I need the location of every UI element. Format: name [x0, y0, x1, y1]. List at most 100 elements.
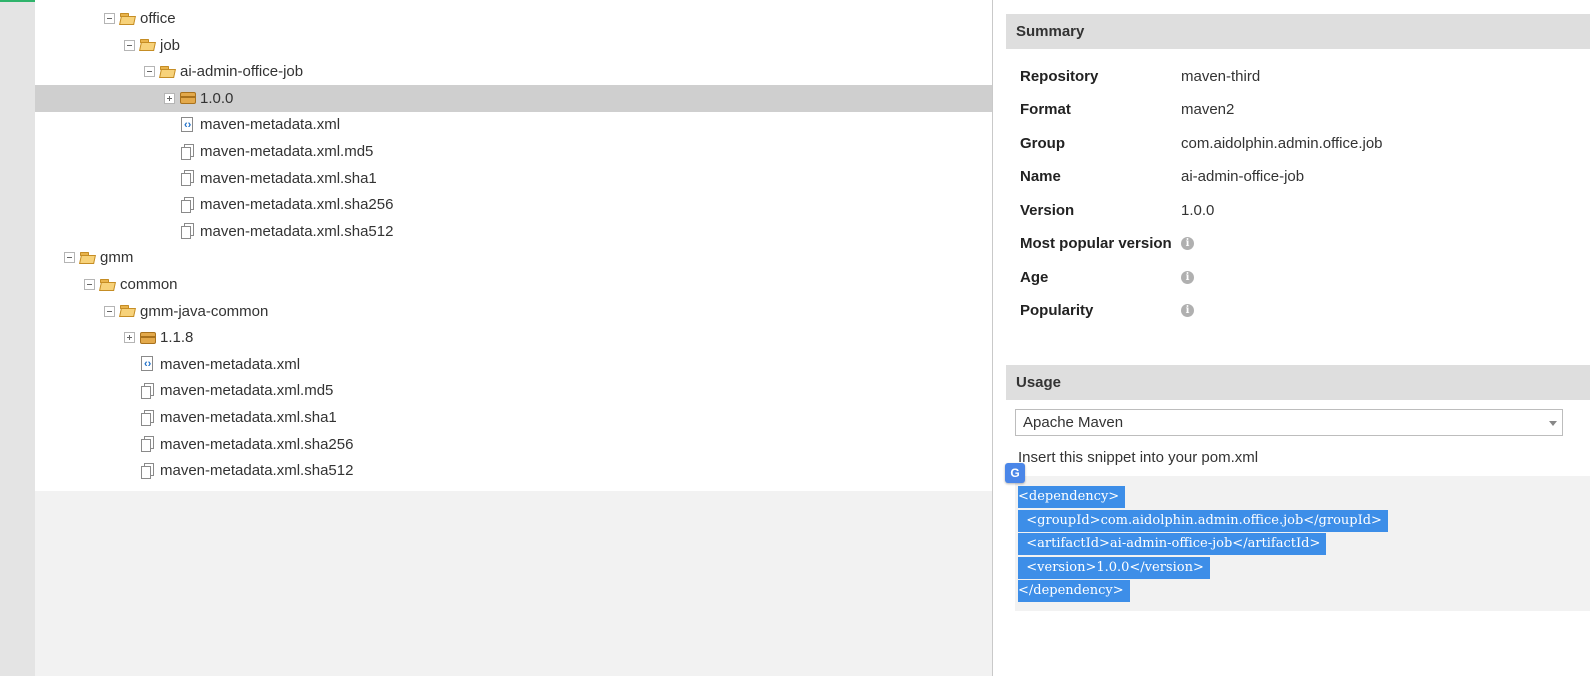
tree-node[interactable]: maven-metadata.xml.md5: [35, 138, 1008, 165]
tree-empty-area: [35, 491, 1008, 676]
folder-icon: [99, 277, 117, 293]
snippet-line[interactable]: <groupId>com.aidolphin.admin.office.job<…: [1018, 509, 1388, 532]
summary-field-key: Group: [1020, 134, 1065, 152]
collapse-icon[interactable]: [84, 279, 95, 290]
tree-node-label: 1.0.0: [200, 89, 234, 107]
summary-field-key: Name: [1020, 168, 1061, 185]
summary-field-value: maven2: [1181, 101, 1235, 118]
tree-node[interactable]: job: [35, 32, 1008, 59]
collapse-icon[interactable]: [124, 39, 135, 51]
info-icon[interactable]: i: [1181, 270, 1194, 284]
tree-node-label: job: [160, 36, 181, 54]
collapse-icon[interactable]: [144, 66, 155, 78]
chevron-down-icon: [1549, 421, 1557, 426]
summary-field: Popularity i: [1020, 301, 1194, 321]
tree-node[interactable]: gmm-java-common: [35, 298, 1008, 325]
summary-field-key: Age: [1020, 268, 1049, 286]
snippet-line[interactable]: <version>1.0.0</version>: [1018, 556, 1210, 579]
file-icon: [139, 436, 157, 453]
tree-node[interactable]: maven-metadata.xml.sha1: [35, 165, 1008, 192]
build-tool-select[interactable]: Apache Maven: [1015, 409, 1563, 436]
tree-node[interactable]: maven-metadata.xml.sha256: [35, 191, 1008, 218]
folder-icon: [139, 37, 157, 53]
tree-node[interactable]: maven-metadata.xml.sha512: [35, 218, 1008, 245]
xml-icon: [179, 116, 197, 133]
expand-icon[interactable]: [124, 332, 135, 344]
tree-node[interactable]: maven-metadata.xml.sha1: [35, 404, 1008, 431]
tree-node[interactable]: maven-metadata.xml.md5: [35, 377, 1008, 404]
tree-node[interactable]: common: [35, 271, 1008, 298]
summary-field-key: Format: [1020, 101, 1071, 118]
tree-node[interactable]: ai-admin-office-job: [35, 58, 1008, 85]
snippet-line[interactable]: <artifactId>ai-admin-office-job</artifac…: [1018, 533, 1327, 556]
folder-icon: [79, 250, 97, 266]
tree-node-label: maven-metadata.xml.sha512: [200, 222, 394, 240]
tree-node-label: maven-metadata.xml: [200, 116, 341, 134]
summary-field: Age i: [1020, 267, 1194, 287]
usage-header: Usage: [1006, 365, 1590, 400]
tree-node[interactable]: maven-metadata.xml.sha256: [35, 431, 1008, 458]
left-nav-strip: [0, 0, 35, 676]
folder-icon: [159, 64, 177, 80]
xml-icon: [139, 356, 157, 372]
tree-node-label: maven-metadata.xml.md5: [200, 143, 374, 160]
tree-node-label: maven-metadata.xml.sha256: [160, 435, 354, 453]
tree-node-label: maven-metadata.xml.sha256: [200, 196, 394, 214]
tree-node-label: common: [120, 276, 178, 293]
summary-field-value: ai-admin-office-job: [1181, 168, 1305, 185]
summary-field: Name ai-admin-office-job: [1020, 167, 1304, 187]
file-icon: [179, 170, 197, 187]
tree-node-label: office: [140, 10, 176, 27]
translate-icon[interactable]: G: [1005, 463, 1025, 483]
folder-icon: [119, 303, 137, 319]
folder-icon: [119, 11, 137, 27]
tree-node-label: maven-metadata.xml.sha512: [160, 462, 354, 480]
active-indicator: [0, 0, 35, 2]
snippet-line[interactable]: </dependency>: [1018, 580, 1130, 603]
summary-field: Repository maven-third: [1020, 66, 1260, 86]
info-icon[interactable]: i: [1181, 304, 1194, 317]
tree-node-label: gmm-java-common: [140, 302, 269, 320]
tree-node-label: gmm: [100, 249, 134, 267]
tree-node[interactable]: 1.1.8: [35, 324, 1008, 351]
tree-node-label: maven-metadata.xml.sha1: [160, 409, 337, 426]
file-icon: [179, 223, 197, 240]
expand-icon[interactable]: [164, 92, 175, 104]
tree-node[interactable]: maven-metadata.xml: [35, 111, 1008, 138]
collapse-icon[interactable]: [104, 13, 115, 24]
tree-node[interactable]: office: [35, 5, 1008, 32]
summary-field: Version 1.0.0: [1020, 200, 1214, 220]
collapse-icon[interactable]: [64, 252, 75, 264]
summary-field-key: Version: [1020, 201, 1075, 219]
summary-field: Format maven2: [1020, 100, 1234, 120]
tree-node-label: 1.1.8: [160, 329, 194, 347]
package-icon: [179, 90, 197, 106]
file-icon: [139, 382, 157, 399]
summary-header: Summary: [1006, 14, 1590, 49]
repository-tree[interactable]: office job ai-admin-office-job 1.0.0 maven-m…: [35, 0, 1008, 491]
tree-node[interactable]: maven-metadata.xml.sha512: [35, 457, 1008, 484]
summary-field: Group com.aidolphin.admin.office.job: [1020, 133, 1383, 153]
usage-hint: Insert this snippet into your pom.xml: [1018, 449, 1259, 466]
tree-node[interactable]: maven-metadata.xml: [35, 351, 1008, 378]
info-icon[interactable]: i: [1181, 237, 1194, 250]
build-tool-selected: Apache Maven: [1023, 414, 1124, 431]
snippet-line[interactable]: <dependency>: [1018, 486, 1126, 508]
summary-field-key: Most popular version: [1020, 235, 1172, 252]
tree-node[interactable]: gmm: [35, 244, 1008, 271]
tree-node-label: ai-admin-office-job: [180, 63, 304, 81]
tree-node[interactable]: 1.0.0: [35, 84, 1008, 112]
collapse-icon[interactable]: [104, 305, 115, 317]
